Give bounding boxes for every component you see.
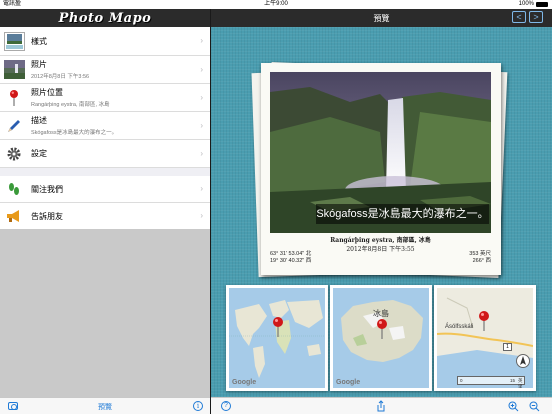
- help-icon[interactable]: ?: [221, 401, 231, 411]
- menu-item-subtitle: Skógafoss是冰島最大的瀑布之一。: [31, 130, 118, 136]
- gear-icon: [3, 143, 25, 165]
- menu-item-follow-us[interactable]: 關注我們 ›: [0, 176, 210, 203]
- chevron-right-icon: ›: [200, 92, 203, 102]
- preview-button[interactable]: 預覽: [0, 402, 210, 412]
- zoom-in-icon[interactable]: [508, 401, 519, 412]
- menu-item-subtitle: Rangárþing eystra, 南部區, 冰島: [31, 102, 110, 108]
- map-pin-icon: [3, 87, 25, 109]
- google-logo: Google: [336, 379, 361, 386]
- place-label: Ásólfsskáli: [445, 324, 474, 330]
- chevron-right-icon: ›: [200, 184, 203, 193]
- map-pin-icon: [377, 319, 387, 339]
- menu-item-label: 照片: [31, 60, 47, 69]
- chevron-right-icon: ›: [200, 120, 203, 130]
- clock: 上午9:00: [264, 1, 288, 7]
- preview-header: 預覽 < >: [211, 9, 552, 27]
- menu-item-tell-friends[interactable]: 告訴朋友 ›: [0, 203, 210, 230]
- share-icon[interactable]: [376, 400, 386, 412]
- settings-panel: Photo Mapo 樣式 › 照片 2012年8月8日 下午3:56 › 照片…: [0, 9, 210, 414]
- menu-item-location[interactable]: 照片位置 Rangárþing eystra, 南部區, 冰島 ›: [0, 84, 210, 112]
- empty-area: [0, 229, 210, 397]
- menu-item-label: 描述: [31, 116, 47, 125]
- road-number: 1: [503, 343, 512, 351]
- map-pin-icon: [479, 311, 489, 331]
- preview-panel: 預覽 < > Skógafoss是冰島最大的瀑布之一。 Rangárþing e…: [211, 9, 552, 414]
- menu-item-label: 關注我們: [31, 184, 63, 194]
- waterfall-photo: Skógafoss是冰島最大的瀑布之一。: [270, 72, 491, 233]
- compass-icon: [516, 354, 530, 368]
- section-divider: [0, 168, 210, 176]
- menu-item-subtitle: 2012年8月8日 下午3:56: [31, 74, 90, 80]
- photo-caption: Skógafoss是冰島最大的瀑布之一。: [316, 204, 489, 224]
- battery: 100%: [519, 0, 548, 9]
- chevron-right-icon: ›: [200, 211, 203, 220]
- zoom-out-icon[interactable]: [529, 401, 540, 412]
- chevron-right-icon: ›: [200, 36, 203, 45]
- left-toolbar: 預覽 i: [0, 397, 210, 414]
- map-scale: 0 15 英里: [457, 376, 525, 388]
- local-map: Ásólfsskáli 1 0 15 英里: [437, 288, 533, 388]
- prev-button[interactable]: <: [512, 11, 526, 23]
- chevron-right-icon: ›: [200, 148, 203, 158]
- info-icon[interactable]: i: [193, 401, 203, 411]
- country-map: 冰島 Google: [333, 288, 429, 388]
- google-logo: Google: [232, 379, 257, 386]
- map-pin-icon: [273, 317, 283, 337]
- photo-info: Rangárþing eystra, 南部區, 冰島 2012年8月8日 下午3…: [270, 235, 491, 264]
- menu-item-label: 設定: [31, 149, 47, 158]
- longitude: 19° 30' 40.32" 西: [270, 258, 312, 264]
- footprints-icon: [3, 178, 25, 200]
- location-text: Rangárþing eystra, 南部區, 冰島: [330, 237, 431, 244]
- photo-card: Skógafoss是冰島最大的瀑布之一。 Rangárþing eystra, …: [261, 63, 501, 275]
- preview-canvas: Skógafoss是冰島最大的瀑布之一。 Rangárþing eystra, …: [211, 27, 552, 397]
- menu-item-description[interactable]: 描述 Skógafoss是冰島最大的瀑布之一。 ›: [0, 112, 210, 140]
- map-card-country: 冰島 Google: [330, 285, 432, 391]
- preview-title: 預覽: [373, 14, 390, 23]
- battery-icon: [536, 2, 548, 7]
- pen-icon: [3, 115, 25, 137]
- chevron-right-icon: ›: [200, 64, 203, 74]
- menu-item-photo[interactable]: 照片 2012年8月8日 下午3:56 ›: [0, 56, 210, 84]
- app-header: Photo Mapo: [0, 9, 210, 27]
- menu-item-style[interactable]: 樣式 ›: [0, 27, 210, 56]
- next-button[interactable]: >: [529, 11, 543, 23]
- preview-toolbar: ?: [211, 397, 552, 414]
- megaphone-icon: [3, 205, 25, 227]
- menu-item-label: 告訴朋友: [31, 211, 63, 221]
- photo-thumbnail-icon: [3, 59, 25, 81]
- map-card-world: Google: [226, 285, 328, 391]
- world-map: Google: [229, 288, 325, 388]
- menu-item-settings[interactable]: 設定 ›: [0, 140, 210, 168]
- app-logo: Photo Mapo: [58, 10, 152, 26]
- map-card-local: Ásólfsskáli 1 0 15 英里: [434, 285, 536, 391]
- style-thumbnail-icon: [3, 30, 25, 52]
- heading: 266° 西: [472, 258, 491, 264]
- menu-item-label: 樣式: [31, 36, 47, 46]
- status-bar: 電訊盈 上午9:00 100%: [0, 0, 552, 9]
- menu-item-label: 照片位置: [31, 88, 63, 97]
